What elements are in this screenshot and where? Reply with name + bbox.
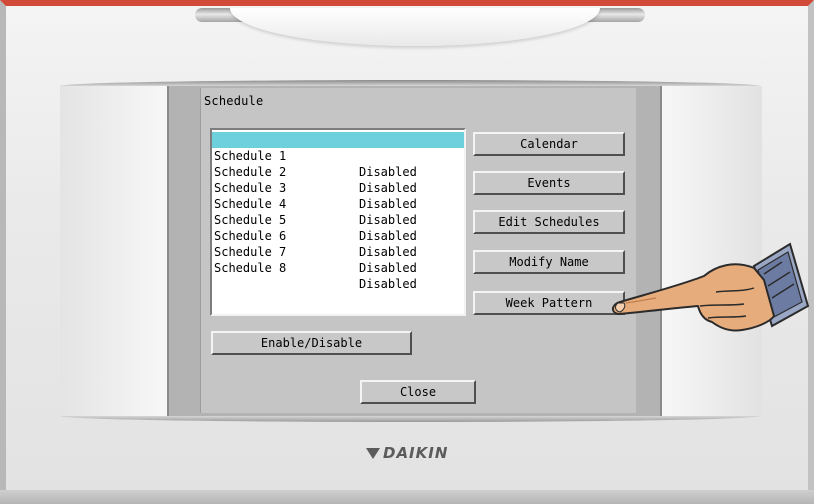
pointing-hand-icon (612, 242, 810, 332)
daikin-triangle-icon (366, 447, 380, 459)
list-item[interactable]: Schedule 8 Disabled (212, 244, 464, 291)
schedule-dialog: Schedule Schedule 1 Disabled Schedule 2 … (200, 88, 636, 413)
list-item[interactable]: Schedule 4 Disabled (212, 180, 464, 227)
events-button[interactable]: Events (473, 171, 625, 195)
close-button[interactable]: Close (360, 380, 476, 404)
list-item[interactable]: Schedule 2 Disabled (212, 148, 464, 195)
dialog-title: Schedule (204, 94, 264, 108)
bottom-strip (0, 490, 814, 504)
schedule-name: Schedule 8 (214, 261, 287, 275)
schedule-status: Disabled (359, 277, 417, 291)
week-pattern-button[interactable]: Week Pattern (473, 291, 625, 315)
list-item[interactable]: Schedule 5 Disabled (212, 196, 464, 243)
modify-name-button[interactable]: Modify Name (473, 250, 625, 274)
enable-disable-button[interactable]: Enable/Disable (211, 331, 412, 355)
edit-schedules-button[interactable]: Edit Schedules (473, 210, 625, 234)
list-item[interactable]: Schedule 1 Disabled (212, 132, 464, 179)
list-item[interactable]: Schedule 3 Disabled (212, 164, 464, 211)
list-item[interactable]: Schedule 7 Disabled (212, 228, 464, 275)
logo-text: DAIKIN (383, 444, 449, 462)
schedule-status: Disabled (359, 261, 417, 275)
left-panel (60, 86, 167, 416)
schedule-list[interactable]: Schedule 1 Disabled Schedule 2 Disabled … (210, 128, 466, 316)
daikin-logo: DAIKIN (366, 444, 448, 462)
list-item[interactable]: Schedule 6 Disabled (212, 212, 464, 259)
calendar-button[interactable]: Calendar (473, 132, 625, 156)
